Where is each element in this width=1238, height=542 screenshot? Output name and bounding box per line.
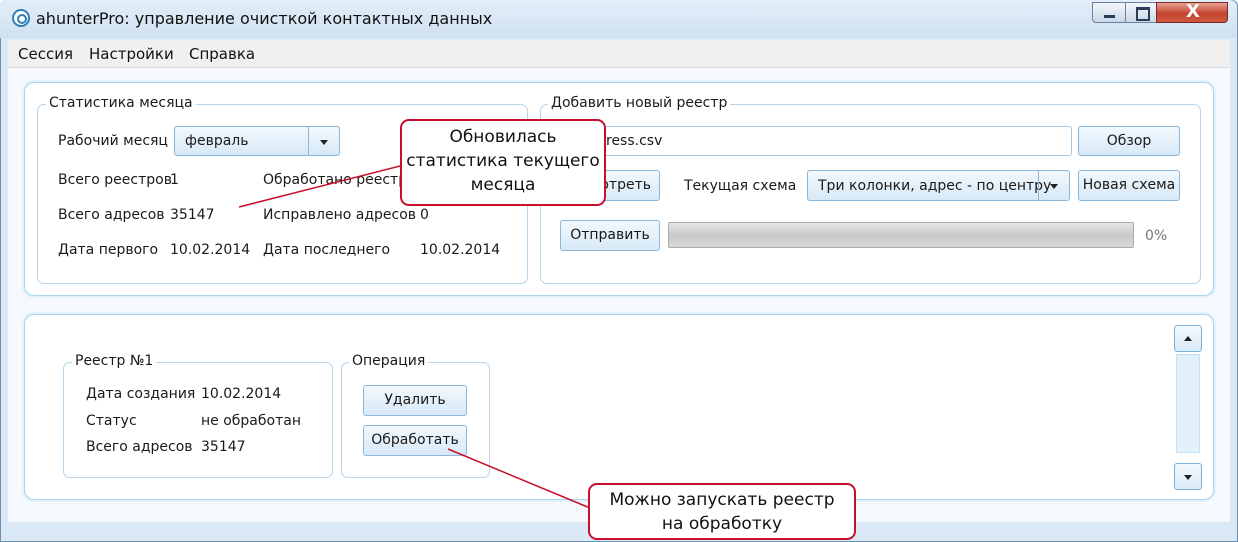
top-callout-pointer bbox=[238, 164, 405, 208]
bottom-callout-pointer bbox=[447, 448, 591, 509]
process-ready-callout: Можно запускать реестр на обработку bbox=[588, 483, 856, 540]
callout-line: Обновилась bbox=[449, 127, 557, 147]
callout-line: на обработку bbox=[661, 514, 783, 534]
callout-connectors bbox=[238, 164, 591, 509]
callout-line: Можно запускать реестр bbox=[609, 490, 835, 510]
callout-line: статистика текущего bbox=[406, 151, 600, 171]
stats-updated-callout: Обновилась статистика текущего месяца bbox=[400, 119, 606, 206]
callout-line: месяца bbox=[470, 175, 536, 195]
